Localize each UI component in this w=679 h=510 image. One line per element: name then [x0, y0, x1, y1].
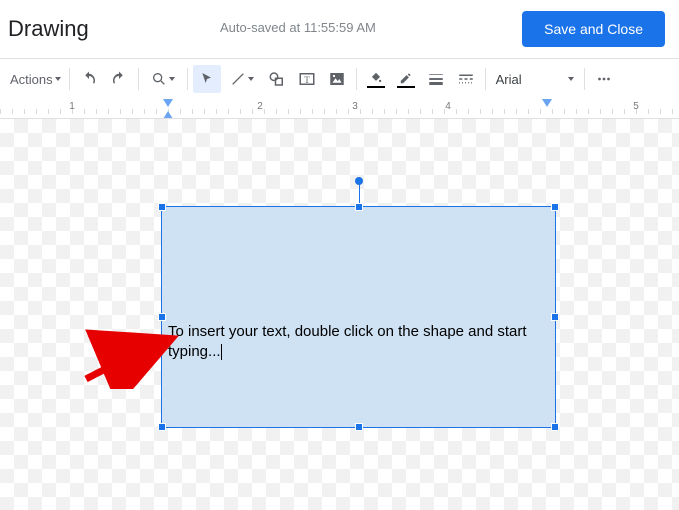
border-dash-icon: [457, 70, 475, 88]
ruler-mark: 4: [445, 101, 451, 112]
line-icon: [230, 71, 246, 87]
indent-marker-right[interactable]: [542, 99, 552, 107]
font-family-select[interactable]: Arial: [490, 72, 580, 87]
select-tool[interactable]: [193, 65, 221, 93]
ruler-mark: 3: [352, 101, 358, 112]
undo-button[interactable]: [75, 65, 103, 93]
ruler-mark: 5: [633, 101, 639, 112]
border-color-button[interactable]: [392, 65, 420, 93]
save-and-close-button[interactable]: Save and Close: [522, 11, 665, 47]
resize-handle-n[interactable]: [355, 203, 363, 211]
shape-text-content[interactable]: To insert your text, double click on the…: [168, 322, 549, 361]
more-horizontal-icon: [595, 70, 613, 88]
toolbar: Actions T: [0, 59, 679, 99]
horizontal-ruler[interactable]: 1 2 3 4 5: [0, 99, 679, 119]
fill-color-button[interactable]: [362, 65, 390, 93]
zoom-menu[interactable]: [144, 65, 182, 93]
zoom-icon: [151, 71, 167, 87]
resize-handle-se[interactable]: [551, 423, 559, 431]
border-weight-button[interactable]: [422, 65, 450, 93]
chevron-down-icon: [169, 77, 175, 81]
separator: [356, 68, 357, 90]
ruler-mark: 1: [69, 101, 75, 112]
resize-handle-ne[interactable]: [551, 203, 559, 211]
actions-menu[interactable]: Actions: [6, 68, 65, 91]
text-caret: [221, 344, 222, 360]
separator: [138, 68, 139, 90]
textbox-tool[interactable]: T: [293, 65, 321, 93]
redo-icon: [110, 70, 128, 88]
actions-label: Actions: [10, 72, 53, 87]
border-dash-button[interactable]: [452, 65, 480, 93]
resize-handle-w[interactable]: [158, 313, 166, 321]
resize-handle-sw[interactable]: [158, 423, 166, 431]
image-tool[interactable]: [323, 65, 351, 93]
selected-rectangle-shape[interactable]: To insert your text, double click on the…: [162, 207, 555, 427]
undo-icon: [80, 70, 98, 88]
fill-color-icon: [367, 71, 385, 88]
ruler-mark: 2: [257, 101, 263, 112]
font-family-label: Arial: [496, 72, 522, 87]
shape-tool[interactable]: [263, 65, 291, 93]
dialog-header: Drawing Auto-saved at 11:55:59 AM Save a…: [0, 0, 679, 58]
separator: [584, 68, 585, 90]
cursor-icon: [199, 71, 215, 87]
resize-handle-s[interactable]: [355, 423, 363, 431]
chevron-down-icon: [568, 77, 574, 81]
redo-button[interactable]: [105, 65, 133, 93]
resize-handle-e[interactable]: [551, 313, 559, 321]
indent-marker-left[interactable]: [163, 99, 173, 107]
border-weight-icon: [427, 70, 445, 88]
dialog-title: Drawing: [8, 16, 89, 42]
svg-text:T: T: [304, 75, 310, 85]
chevron-down-icon: [55, 77, 61, 81]
drawing-canvas[interactable]: To insert your text, double click on the…: [0, 119, 679, 510]
autosave-status: Auto-saved at 11:55:59 AM: [220, 20, 376, 35]
more-options-button[interactable]: [590, 65, 618, 93]
separator: [69, 68, 70, 90]
resize-handle-nw[interactable]: [158, 203, 166, 211]
chevron-down-icon: [248, 77, 254, 81]
textbox-icon: T: [298, 70, 316, 88]
line-tool[interactable]: [223, 65, 261, 93]
shapes-icon: [268, 70, 286, 88]
separator: [485, 68, 486, 90]
separator: [187, 68, 188, 90]
pencil-icon: [397, 71, 415, 88]
indent-marker-left-bottom[interactable]: [163, 111, 173, 119]
image-icon: [328, 70, 346, 88]
